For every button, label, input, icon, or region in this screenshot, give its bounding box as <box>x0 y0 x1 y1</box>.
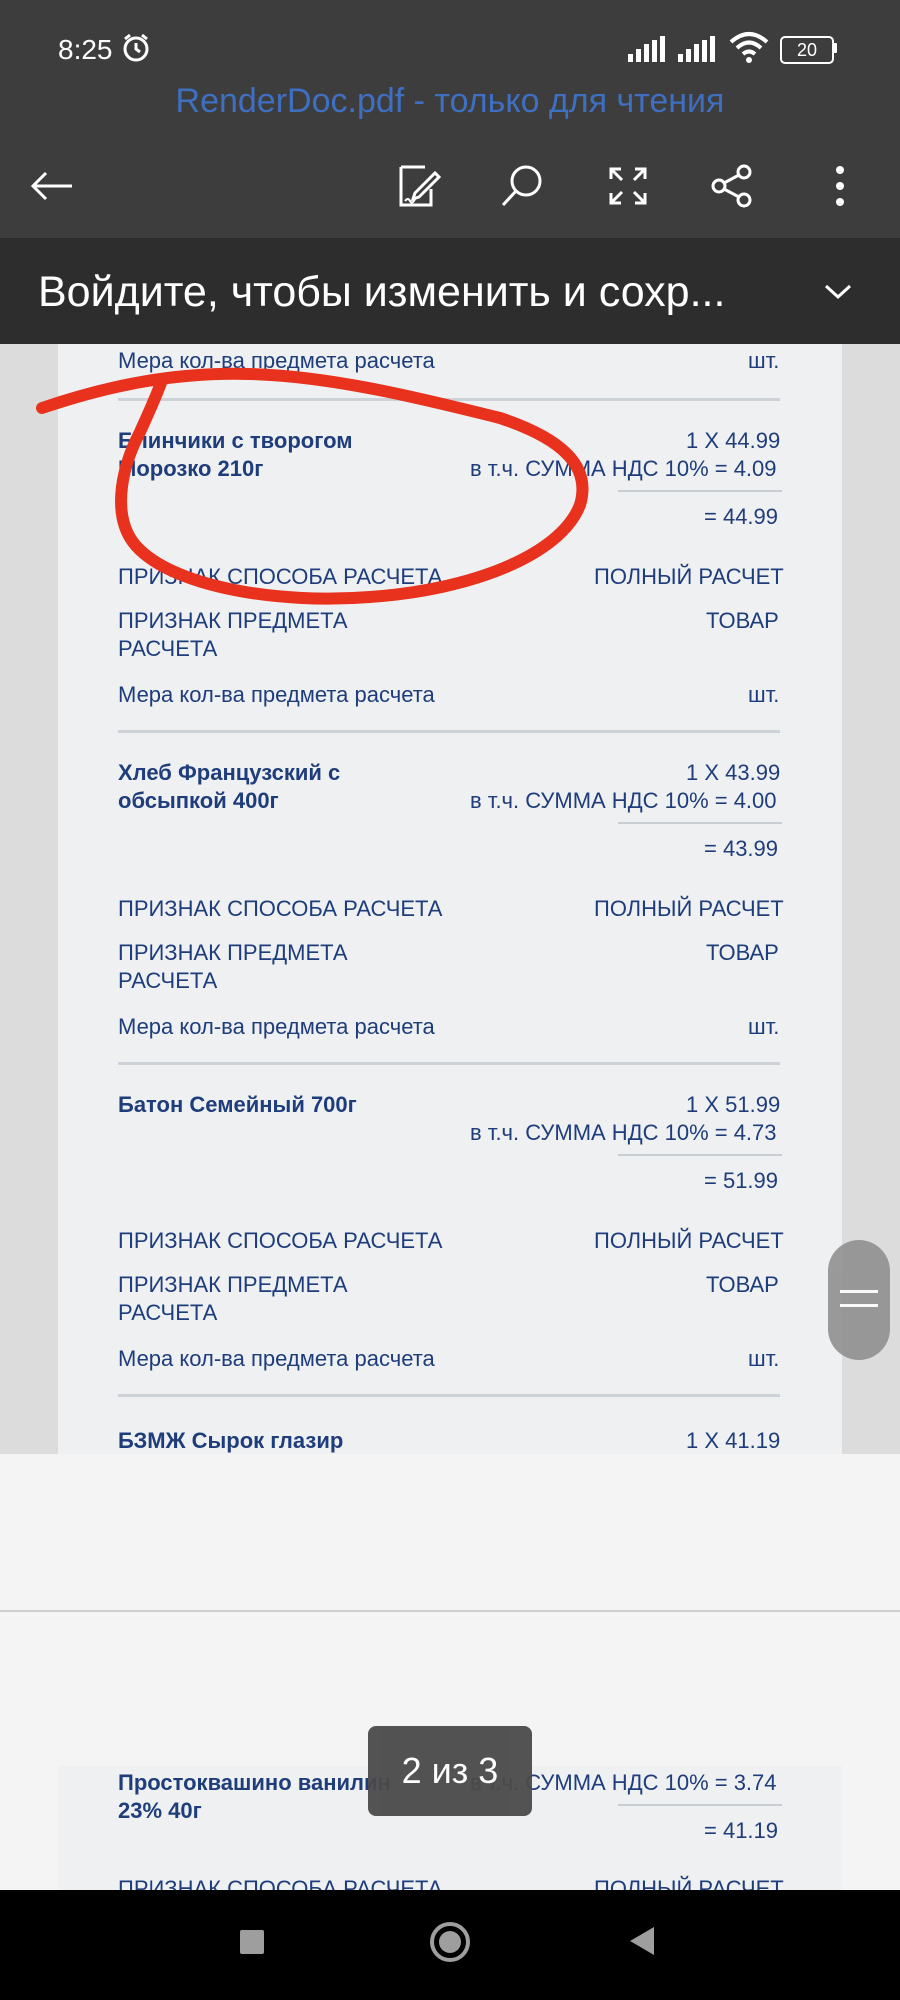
subject-label: РАСЧЕТА <box>118 1300 218 1325</box>
subject-label: РАСЧЕТА <box>118 636 218 661</box>
home-circle-icon[interactable] <box>428 1920 472 1964</box>
item-total: = 43.99 <box>704 836 779 861</box>
measure-value: шт. <box>748 682 780 707</box>
back-arrow-icon <box>30 171 72 201</box>
share-button[interactable] <box>704 158 760 214</box>
measure-value: шт. <box>748 1346 780 1371</box>
more-icon <box>836 166 844 206</box>
back-triangle-icon[interactable] <box>626 1924 658 1958</box>
system-nav-bar <box>0 1890 900 2000</box>
page-divider <box>0 1610 900 1612</box>
status-bar: 8:25 20 <box>0 0 900 90</box>
subject-label: РАСЧЕТА <box>118 968 218 993</box>
measure-label: Мера кол-ва предмета расчета <box>118 682 435 707</box>
item-qty-price: 1 X 41.19 <box>686 1428 781 1453</box>
scroll-handle-grip <box>840 1304 878 1307</box>
edit-icon <box>399 165 441 207</box>
item-name: Морозко 210г <box>118 456 264 481</box>
subject-label: ПРИЗНАК ПРЕДМЕТА <box>118 608 348 633</box>
payment-method-label: ПРИЗНАК СПОСОБА РАСЧЕТА <box>118 896 443 921</box>
payment-method-label: ПРИЗНАК СПОСОБА РАСЧЕТА <box>118 564 443 589</box>
payment-method-label: ПРИЗНАК СПОСОБА РАСЧЕТА <box>118 1228 443 1253</box>
signin-banner-text[interactable]: Войдите, чтобы изменить и сохр... <box>38 268 725 317</box>
item-name: обсыпкой 400г <box>118 788 279 813</box>
item-qty-price: 1 X 43.99 <box>686 760 781 785</box>
item-separator <box>118 730 780 733</box>
measure-label: Мера кол-ва предмета расчета <box>118 348 435 373</box>
battery-tip <box>833 43 837 53</box>
total-rule <box>618 1154 782 1156</box>
alarm-icon <box>123 33 149 62</box>
total-rule <box>618 1804 782 1806</box>
chevron-down-icon[interactable] <box>822 280 854 302</box>
payment-method-value: ПОЛНЫЙ РАСЧЕТ <box>594 896 784 921</box>
subject-label: ПРИЗНАК ПРЕДМЕТА <box>118 1272 348 1297</box>
payment-method-value: ПОЛНЫЙ РАСЧЕТ <box>594 1228 784 1253</box>
item-name: 23% 40г <box>118 1798 202 1823</box>
item-qty-price: 1 X 51.99 <box>686 1092 781 1117</box>
item-name: БЗМЖ Сырок глазир <box>118 1428 344 1453</box>
item-name: Хлеб Французский с <box>118 760 341 785</box>
document-title: RenderDoc.pdf - только для чтения <box>175 82 725 120</box>
edit-button[interactable] <box>390 158 446 214</box>
search-button[interactable] <box>494 158 550 214</box>
signal-icon <box>678 36 715 62</box>
share-icon <box>711 164 752 208</box>
page-indicator: 2 из 3 <box>368 1726 532 1816</box>
status-time: 8:25 <box>58 34 113 65</box>
item-name: Блинчики с творогом <box>118 428 353 453</box>
measure-label: Мера кол-ва предмета расчета <box>118 1346 435 1371</box>
back-button[interactable] <box>24 158 80 214</box>
scroll-handle-grip <box>840 1290 878 1293</box>
battery-icon: 20 <box>780 36 834 64</box>
item-vat: в т.ч. СУММА НДС 10% = 4.73 <box>470 1120 777 1145</box>
fullscreen-button[interactable] <box>600 158 656 214</box>
more-button[interactable] <box>812 158 868 214</box>
measure-label: Мера кол-ва предмета расчета <box>118 1014 435 1039</box>
item-vat: в т.ч. СУММА НДС 10% = 4.00 <box>470 788 777 813</box>
signal-icon <box>628 36 665 62</box>
item-name: Простоквашино ванилин <box>118 1770 391 1795</box>
item-vat: в т.ч. СУММА НДС 10% = 4.09 <box>470 456 777 481</box>
subject-label: ПРИЗНАК ПРЕДМЕТА <box>118 940 348 965</box>
item-qty-price: 1 X 44.99 <box>686 428 781 453</box>
total-rule <box>618 822 782 824</box>
item-separator <box>118 1394 780 1397</box>
measure-value: шт. <box>748 348 780 373</box>
recents-square-icon[interactable] <box>238 1928 266 1956</box>
item-total: = 51.99 <box>704 1168 779 1193</box>
item-separator <box>118 398 780 401</box>
wifi-icon <box>729 32 769 63</box>
payment-method-value: ПОЛНЫЙ РАСЧЕТ <box>594 564 784 589</box>
fullscreen-icon <box>609 167 647 205</box>
measure-value: шт. <box>748 1014 780 1039</box>
item-total: = 44.99 <box>704 504 779 529</box>
fast-scroll-handle[interactable] <box>828 1240 890 1360</box>
item-separator <box>118 1062 780 1065</box>
subject-value: ТОВАР <box>706 1272 779 1297</box>
item-total: = 41.19 <box>704 1818 779 1843</box>
search-icon <box>501 165 542 207</box>
total-rule <box>618 490 782 492</box>
subject-value: ТОВАР <box>706 940 779 965</box>
item-name: Батон Семейный 700г <box>118 1092 357 1117</box>
subject-value: ТОВАР <box>706 608 779 633</box>
